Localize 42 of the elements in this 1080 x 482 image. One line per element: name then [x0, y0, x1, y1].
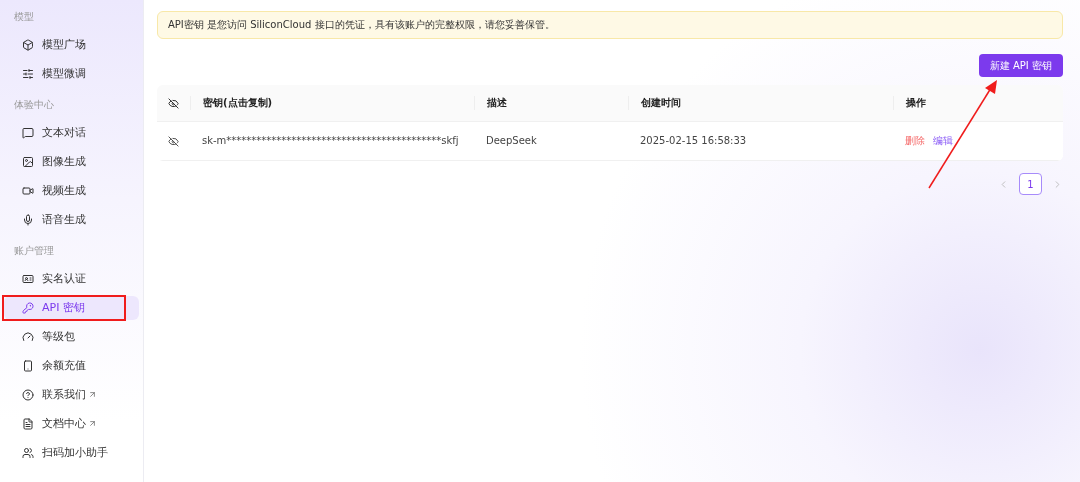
- menu-icon: [22, 359, 34, 372]
- sidebar-item[interactable]: 扫码加小助手: [4, 440, 139, 465]
- sidebar-item[interactable]: 模型广场: [4, 32, 139, 57]
- sidebar-heading: 账户管理: [13, 244, 55, 258]
- sidebar-item[interactable]: 模型微调: [4, 61, 139, 86]
- menu-icon: [22, 417, 34, 430]
- table-cell-text: 2025-02-15 16:58:33: [639, 134, 748, 148]
- eye-off-icon[interactable]: [168, 135, 179, 147]
- eye-off-icon[interactable]: [168, 97, 179, 109]
- sidebar-item[interactable]: 等级包: [4, 324, 139, 349]
- action-link[interactable]: 编辑: [933, 135, 953, 146]
- table-cell[interactable]: sk-m*******************************************skfj: [190, 134, 474, 148]
- sidebar-heading: 体验中心: [13, 98, 55, 112]
- menu-icon: [22, 388, 34, 401]
- menu-icon: [22, 184, 34, 197]
- menu-icon: [22, 213, 34, 226]
- sidebar-item[interactable]: 文本对话: [4, 120, 139, 145]
- notice-banner: API密钥 是您访问 SiliconCloud 接口的凭证，具有该账户的完整权限，请您妥善保管。: [157, 11, 1063, 39]
- menu-icon: [22, 67, 34, 80]
- menu-icon: [22, 272, 34, 285]
- column-header: 密钥(点击复制): [190, 96, 474, 110]
- column-header: 操作: [893, 96, 1063, 110]
- menu-icon: [22, 126, 34, 139]
- create-key-button[interactable]: 新建 API 密钥: [978, 54, 1063, 77]
- menu-icon: [22, 155, 34, 168]
- sidebar-heading: 模型: [13, 10, 35, 24]
- page-button[interactable]: 1: [1019, 173, 1042, 195]
- sidebar-item[interactable]: 图像生成: [4, 149, 139, 174]
- table-cell-text: DeepSeek: [485, 134, 538, 148]
- menu-icon: [22, 446, 34, 459]
- menu-icon: [22, 301, 34, 314]
- menu-icon: [22, 38, 34, 51]
- sidebar-item[interactable]: 联系我们: [4, 382, 139, 407]
- sidebar-item[interactable]: 视频生成: [4, 178, 139, 203]
- column-header: 创建时间: [628, 96, 893, 110]
- sidebar-item[interactable]: 余额充值: [4, 353, 139, 378]
- sidebar-item[interactable]: 文档中心: [4, 411, 139, 436]
- sidebar-item[interactable]: API 密钥: [4, 295, 139, 320]
- menu-icon: [22, 330, 34, 343]
- sidebar-item[interactable]: 实名认证: [4, 266, 139, 291]
- sidebar-item[interactable]: 语音生成: [4, 207, 139, 232]
- column-header: 描述: [474, 96, 628, 110]
